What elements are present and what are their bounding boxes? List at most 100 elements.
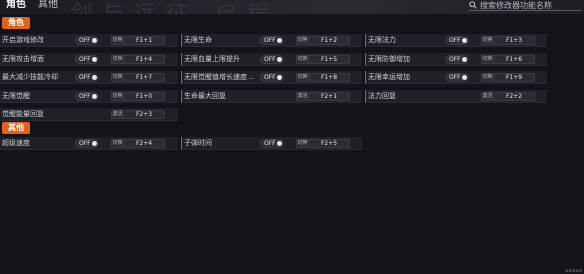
cheat-row: 开启游戏修改 OFF 切换 F1+1	[0, 34, 178, 47]
cheat-row: 觉醒能量回复 激活 F2+3	[0, 108, 178, 121]
toggle-knob	[92, 75, 97, 80]
hotkey-box[interactable]: 切换 F1+8	[296, 73, 350, 82]
hotkey-box[interactable]: 切换 F2+5	[296, 139, 350, 148]
cheat-row: 无限生命 OFF 切换 F1+2	[181, 34, 362, 47]
hotkey-mode-label: 切换	[297, 56, 309, 63]
toggle-switch[interactable]: OFF	[445, 55, 469, 64]
hotkey-mode-label: 切换	[297, 37, 309, 44]
toggle-state-label: OFF	[79, 74, 91, 81]
toggle-knob	[462, 57, 467, 62]
cheat-label: 无限攻击增面	[2, 55, 44, 63]
cheat-row: 无限血量上限提升 OFF 切换 F1+5	[181, 53, 362, 66]
toggle-switch[interactable]: OFF	[75, 73, 99, 82]
toggle-state-label: OFF	[264, 74, 276, 81]
toggle-state-label: OFF	[79, 37, 91, 44]
hotkey-box[interactable]: 切换 F2+4	[111, 139, 165, 148]
toggle-switch[interactable]: OFF	[260, 36, 284, 45]
toggle-knob	[277, 75, 282, 80]
cheat-label: 最大减少技能冷却	[2, 73, 58, 81]
toggle-switch[interactable]: OFF	[445, 73, 469, 82]
cheat-label: 无限血量上限提升	[184, 55, 240, 63]
hotkey-value: F1+1	[135, 37, 153, 44]
cheat-row: 法力回复 激活 F2+2	[365, 90, 547, 103]
toggle-switch[interactable]: OFF	[75, 92, 99, 101]
title-watermark: 剑与远征 启程	[70, 0, 530, 14]
cheat-row: 最大减少技能冷却 OFF 切换 F1+7	[0, 71, 178, 84]
cheat-label: 无限防御增加	[368, 55, 410, 63]
hotkey-box[interactable]: 切换 F1+5	[296, 55, 350, 64]
cheat-row: 无限攻击增面 OFF 切换 F1+4	[0, 53, 178, 66]
toggle-switch[interactable]: OFF	[75, 36, 99, 45]
hotkey-mode-label: 切换	[112, 37, 124, 44]
toggle-state-label: OFF	[264, 56, 276, 63]
tab-other[interactable]: 其他	[38, 0, 58, 10]
hotkey-mode-label: 切换	[112, 56, 124, 63]
cheat-row: 无限觉醒值增长速度... OFF 切换 F1+8	[181, 71, 362, 84]
hotkey-mode-label: 激活	[112, 111, 124, 118]
cheat-label: 无限法力	[368, 36, 396, 44]
hotkey-mode-label: 切换	[112, 140, 124, 147]
toggle-switch[interactable]: OFF	[260, 139, 284, 148]
toggle-switch[interactable]: OFF	[260, 55, 284, 64]
hotkey-box[interactable]: 切换 F1+7	[111, 73, 165, 82]
hotkey-value: F1+6	[505, 56, 523, 63]
cheat-label: 无限幸运增加	[368, 73, 410, 81]
cheat-label: 开启游戏修改	[2, 36, 44, 44]
toggle-state-label: OFF	[264, 140, 276, 147]
hotkey-box[interactable]: 激活 F2+2	[481, 92, 535, 101]
section-badge-character: 角色	[2, 17, 30, 29]
hotkey-mode-label: 切换	[482, 74, 494, 81]
hotkey-value: F2+2	[505, 93, 523, 100]
hotkey-box[interactable]: 切换 F1+3	[481, 36, 535, 45]
hotkey-value: F1+3	[505, 37, 523, 44]
toggle-state-label: OFF	[79, 56, 91, 63]
toggle-knob	[462, 75, 467, 80]
tab-bar: 角色 其他	[6, 0, 58, 10]
toggle-knob	[277, 38, 282, 43]
hotkey-box[interactable]: 激活 F2+1	[296, 92, 350, 101]
cheat-label: 法力回复	[368, 92, 396, 100]
hotkey-box[interactable]: 切换 F1+6	[481, 55, 535, 64]
cheat-label: 无限觉醒值增长速度...	[184, 73, 254, 81]
hotkey-mode-label: 切换	[297, 74, 309, 81]
tab-character[interactable]: 角色	[6, 0, 26, 10]
cheat-label: 生命最大回复	[184, 92, 226, 100]
corner-mark: ▪▪▪▪▪	[565, 268, 582, 274]
search-icon	[469, 1, 477, 9]
search-box[interactable]	[469, 0, 581, 11]
hotkey-box[interactable]: 切换 F1+1	[111, 36, 165, 45]
toggle-switch[interactable]: OFF	[260, 73, 284, 82]
cheat-label: 子弹时间	[184, 139, 212, 147]
hotkey-value: F2+4	[135, 140, 153, 147]
toggle-knob	[92, 57, 97, 62]
toggle-switch[interactable]: OFF	[445, 36, 469, 45]
toggle-switch[interactable]: OFF	[75, 55, 99, 64]
hotkey-value: F1+0	[135, 93, 153, 100]
toggle-knob	[277, 57, 282, 62]
hotkey-box[interactable]: 切换 F1+4	[111, 55, 165, 64]
cheat-row: 无限防御增加 OFF 切换 F1+6	[365, 53, 547, 66]
hotkey-box[interactable]: 切换 F1+0	[111, 92, 165, 101]
hotkey-value: F2+5	[320, 140, 338, 147]
toggle-knob	[92, 141, 97, 146]
hotkey-mode-label: 激活	[482, 93, 494, 100]
hotkey-box[interactable]: 切换 F1+9	[481, 73, 535, 82]
hotkey-value: F1+4	[135, 56, 153, 63]
toggle-state-label: OFF	[449, 74, 461, 81]
hotkey-mode-label: 切换	[112, 74, 124, 81]
toggle-state-label: OFF	[79, 93, 91, 100]
hotkey-mode-label: 切换	[112, 93, 124, 100]
hotkey-value: F1+8	[320, 74, 338, 81]
cheat-label: 无限生命	[184, 36, 212, 44]
toggle-knob	[92, 38, 97, 43]
hotkey-box[interactable]: 切换 F1+2	[296, 36, 350, 45]
cheat-row: 无限法力 OFF 切换 F1+3	[365, 34, 547, 47]
hotkey-box[interactable]: 激活 F2+3	[111, 110, 165, 119]
toggle-switch[interactable]: OFF	[75, 139, 99, 148]
search-input[interactable]	[480, 0, 580, 10]
hotkey-value: F1+7	[135, 74, 153, 81]
section-badge-other: 其他	[2, 122, 30, 134]
hotkey-value: F2+1	[320, 93, 338, 100]
cheat-row: 生命最大回复 激活 F2+1	[181, 90, 362, 103]
toggle-knob	[277, 141, 282, 146]
